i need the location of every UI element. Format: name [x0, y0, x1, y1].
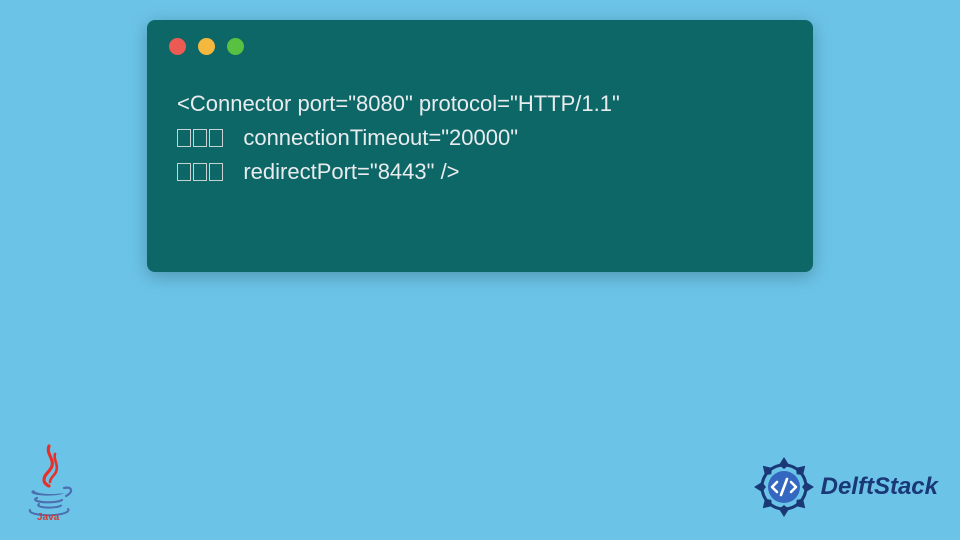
- code-line-1: <Connector port="8080" protocol="HTTP/1.…: [177, 91, 620, 116]
- maximize-icon: [227, 38, 244, 55]
- tofu-glyphs: [177, 155, 225, 189]
- code-window: <Connector port="8080" protocol="HTTP/1.…: [147, 20, 813, 272]
- java-label: Java: [37, 512, 60, 520]
- delftstack-label: DelftStack: [821, 473, 938, 501]
- tofu-glyphs: [177, 121, 225, 155]
- code-line-3: redirectPort="8443" />: [225, 159, 460, 184]
- delftstack-logo: DelftStack: [753, 456, 938, 518]
- window-controls: [147, 20, 813, 55]
- java-logo-icon: Java: [22, 444, 76, 520]
- code-block: <Connector port="8080" protocol="HTTP/1.…: [147, 55, 813, 209]
- close-icon: [169, 38, 186, 55]
- delftstack-gear-icon: [753, 456, 815, 518]
- minimize-icon: [198, 38, 215, 55]
- code-line-2: connectionTimeout="20000": [225, 125, 518, 150]
